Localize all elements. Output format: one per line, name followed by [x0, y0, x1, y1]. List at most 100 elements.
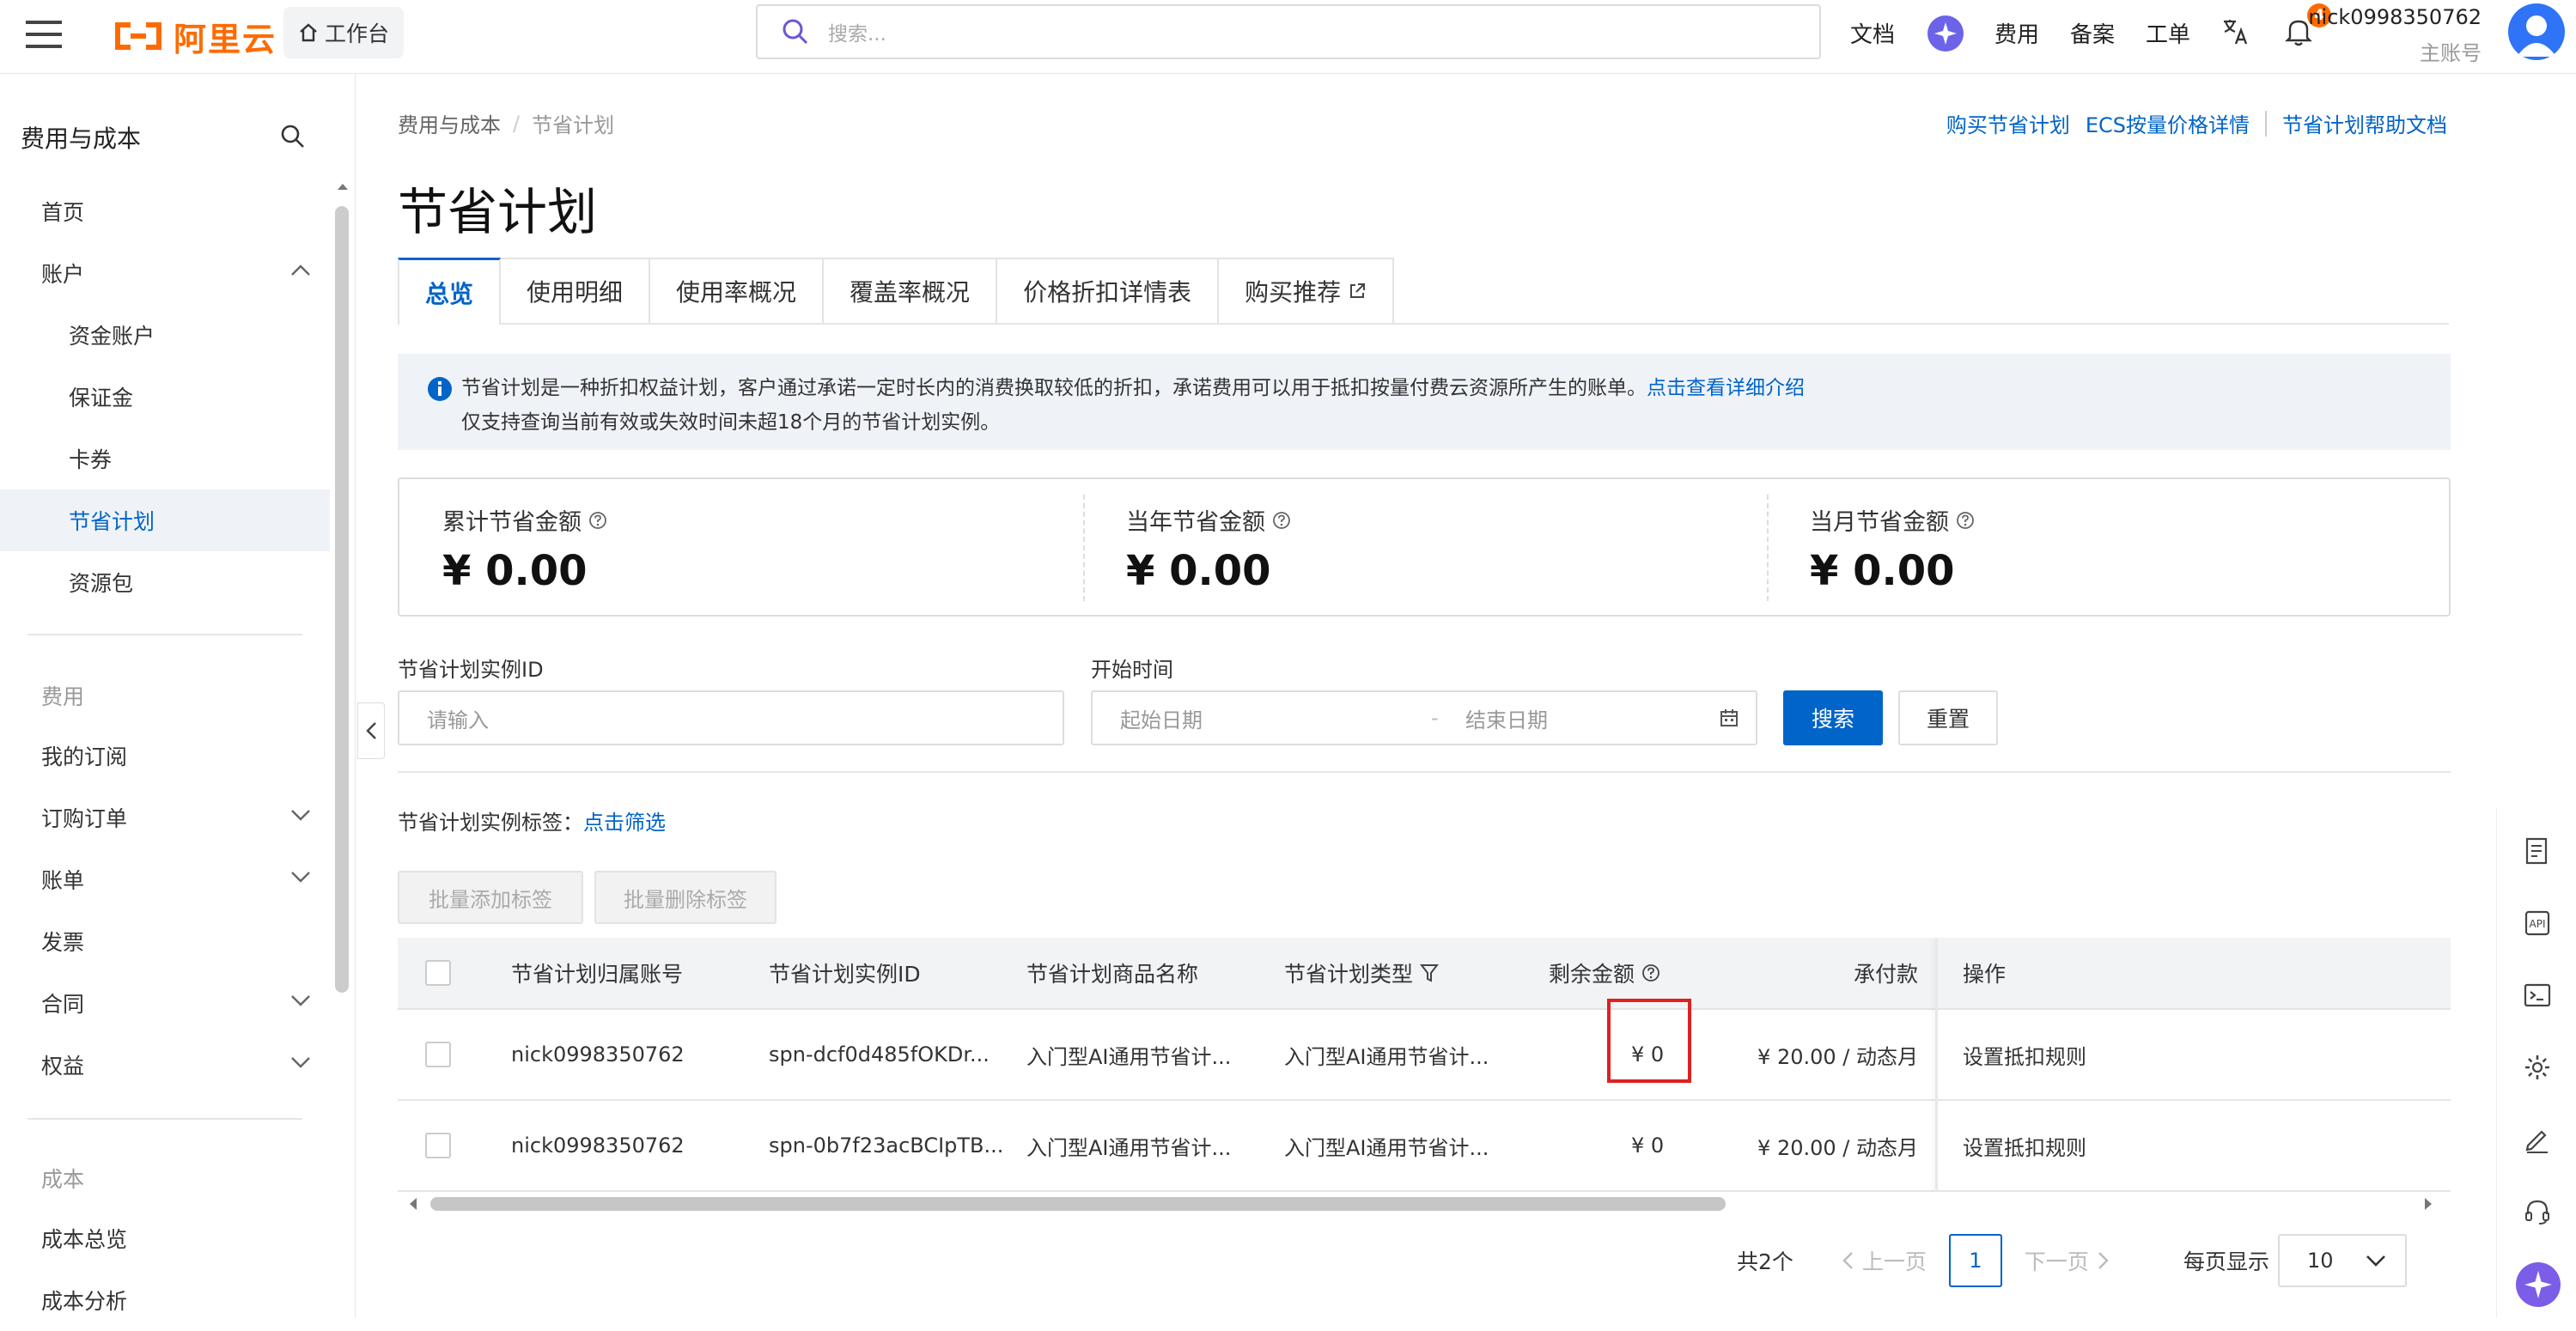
tag-filter-link[interactable]: 点击筛选	[583, 805, 666, 836]
hamburger-menu-icon[interactable]	[24, 17, 64, 52]
sidebar-scrollbar[interactable]	[335, 206, 349, 993]
scroll-left-icon[interactable]	[408, 1197, 418, 1211]
help-icon[interactable]	[588, 511, 607, 530]
sidebar-item-bills[interactable]: 账单	[0, 848, 330, 910]
start-date-placeholder: 起始日期	[1120, 708, 1203, 732]
row-checkbox[interactable]	[425, 1101, 451, 1190]
sidebar-item-orders[interactable]: 订购订单	[0, 787, 330, 848]
edit-icon[interactable]	[2523, 1125, 2552, 1154]
page-number-current[interactable]: 1	[1948, 1234, 2002, 1287]
sidebar-item-deposit[interactable]: 保证金	[0, 366, 330, 428]
aliyun-logo[interactable]: 阿里云	[112, 12, 277, 60]
tag-filter-label: 节省计划实例标签：	[398, 811, 583, 835]
avatar[interactable]	[2508, 3, 2565, 60]
next-page-button[interactable]: 下一页	[2025, 1245, 2110, 1276]
sidebar-item-cost-analysis[interactable]: 成本分析	[0, 1269, 330, 1331]
ecs-price-link[interactable]: ECS按量价格详情	[2086, 108, 2250, 138]
sidebar-item-invoice[interactable]: 发票	[0, 910, 330, 972]
set-deduction-rule-link[interactable]: 设置抵扣规则	[1963, 1010, 2086, 1099]
search-button[interactable]: 搜索	[1783, 690, 1883, 745]
sidebar-item-resource-pack[interactable]: 资源包	[0, 551, 330, 613]
sidebar-item-label: 账单	[41, 868, 85, 893]
page-size-select[interactable]: 10	[2277, 1234, 2407, 1287]
chevron-down-icon	[291, 995, 310, 1006]
sidebar-item-fund-account[interactable]: 资金账户	[0, 304, 330, 366]
tab-usage-details[interactable]: 使用明细	[499, 258, 651, 323]
help-icon[interactable]	[1272, 511, 1291, 530]
sidebar-item-contract[interactable]: 合同	[0, 972, 330, 1034]
sidebar-item-label: 合同	[41, 992, 85, 1017]
sidebar-item-coupons[interactable]: 卡券	[0, 428, 330, 489]
sidebar-item-cost-overview[interactable]: 成本总览	[0, 1207, 330, 1269]
api-icon[interactable]: API	[2523, 909, 2552, 938]
note-icon[interactable]	[2523, 836, 2552, 866]
sidebar-title: 费用与成本	[21, 125, 142, 153]
help-doc-link[interactable]: 节省计划帮助文档	[2282, 108, 2447, 138]
col-remaining: 剩余金额	[1549, 938, 1660, 1008]
ai-assistant-icon[interactable]	[1927, 15, 1964, 52]
scroll-right-icon[interactable]	[2423, 1197, 2433, 1211]
batch-add-tags-button[interactable]: 批量添加标签	[398, 871, 583, 924]
sidebar-divider	[27, 1118, 302, 1120]
docs-link[interactable]: 文档	[1850, 17, 1895, 49]
notice-detail-link[interactable]: 点击查看详细介绍	[1647, 377, 1805, 399]
col-instance-id: 节省计划实例ID	[769, 962, 921, 987]
set-deduction-rule-link[interactable]: 设置抵扣规则	[1963, 1101, 2086, 1190]
select-all-checkbox[interactable]	[425, 938, 451, 1008]
reset-button[interactable]: 重置	[1898, 690, 1998, 745]
breadcrumb-current: 节省计划	[532, 113, 615, 137]
chevron-down-icon	[291, 1057, 310, 1068]
fees-link[interactable]: 费用	[1994, 17, 2039, 49]
tab-label: 使用明细	[527, 278, 624, 307]
instance-id-input[interactable]: 请输入	[398, 690, 1064, 745]
fixed-column-shadow	[1935, 938, 1938, 1192]
page-title: 节省计划	[398, 183, 598, 241]
stat-total-savings: 累计节省金额 ¥ 0.00	[399, 479, 1083, 617]
help-icon[interactable]	[1956, 511, 1975, 530]
tab-price-discount[interactable]: 价格折扣详情表	[996, 258, 1220, 323]
sidebar-item-account[interactable]: 账户	[0, 242, 330, 304]
language-icon[interactable]	[2221, 17, 2250, 46]
tab-utilization[interactable]: 使用率概况	[649, 258, 825, 323]
breadcrumb-parent[interactable]: 费用与成本	[398, 108, 501, 138]
headset-support-icon[interactable]	[2523, 1197, 2552, 1226]
sidebar-item-label: 首页	[41, 200, 85, 225]
sidebar-item-my-subscriptions[interactable]: 我的订阅	[0, 725, 330, 787]
ai-assistant-float-icon[interactable]	[2516, 1262, 2561, 1307]
scrollbar-thumb[interactable]	[430, 1197, 1726, 1211]
tab-purchase-recommendation[interactable]: 购买推荐	[1217, 258, 1395, 323]
collapse-sidebar-button[interactable]	[357, 702, 385, 759]
sidebar-item-benefits[interactable]: 权益	[0, 1034, 330, 1096]
date-range-picker[interactable]: 起始日期 - 结束日期	[1091, 690, 1757, 745]
prev-page-button[interactable]: 上一页	[1842, 1245, 1927, 1276]
beian-link[interactable]: 备案	[2070, 17, 2115, 49]
tab-coverage[interactable]: 覆盖率概况	[822, 258, 998, 323]
global-search-input[interactable]: 搜索...	[756, 4, 1821, 59]
cell-type: 入门型AI通用节省计...	[1284, 1044, 1489, 1069]
sidebar-item-savings-plan[interactable]: 节省计划	[0, 489, 330, 551]
tickets-link[interactable]: 工单	[2146, 17, 2190, 49]
gear-icon[interactable]	[2523, 1053, 2552, 1082]
workbench-button[interactable]: 工作台	[283, 7, 404, 58]
user-role: 主账号	[2420, 41, 2482, 65]
filter-icon[interactable]	[1420, 963, 1440, 983]
table-horizontal-scrollbar[interactable]	[408, 1195, 2435, 1212]
terminal-icon[interactable]	[2523, 981, 2552, 1010]
tab-overview[interactable]: 总览	[398, 258, 502, 325]
sidebar-search-icon[interactable]	[280, 124, 306, 149]
cell-instance-id: spn-0b7f23acBCIpTB...	[769, 1133, 1004, 1158]
help-icon[interactable]	[1641, 963, 1660, 982]
scroll-up-icon[interactable]	[337, 182, 349, 191]
sidebar-item-label: 资金账户	[69, 324, 155, 349]
user-name[interactable]: nick0998350762	[2308, 5, 2482, 29]
row-checkbox[interactable]	[425, 1010, 451, 1099]
workbench-label: 工作台	[325, 21, 390, 46]
chevron-right-icon	[2098, 1252, 2109, 1269]
tab-label: 价格折扣详情表	[1023, 278, 1192, 307]
highlight-box	[1607, 999, 1691, 1083]
sidebar-item-home[interactable]: 首页	[0, 180, 330, 242]
buy-savings-plan-link[interactable]: 购买节省计划	[1946, 108, 2070, 138]
batch-remove-tags-button[interactable]: 批量删除标签	[594, 871, 776, 924]
tab-bar: 总览 使用明细 使用率概况 覆盖率概况 价格折扣详情表 购买推荐	[398, 258, 2449, 325]
chevron-left-icon	[1842, 1252, 1853, 1269]
